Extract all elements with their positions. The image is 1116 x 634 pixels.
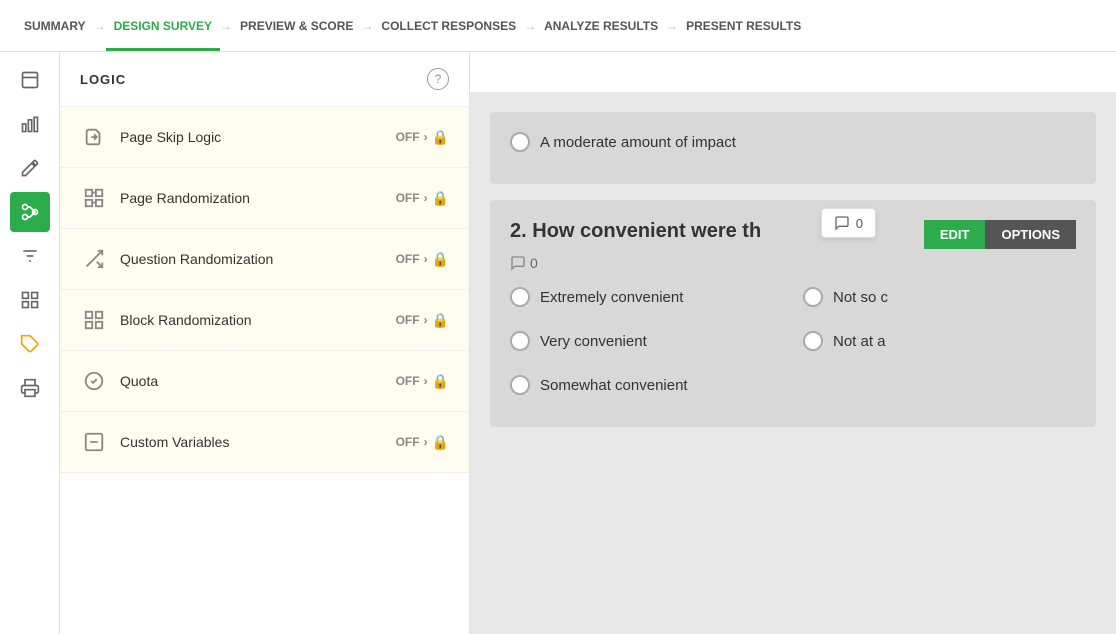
block-rand-icon	[80, 306, 108, 334]
question-2-actions: EDIT OPTIONS	[924, 220, 1076, 249]
comment-tooltip-popup[interactable]: 0	[821, 208, 876, 238]
quota-status: OFF › 🔒	[396, 373, 449, 390]
block-rand-lock-icon: 🔒	[432, 312, 449, 329]
block-rand-status: OFF › 🔒	[396, 312, 449, 329]
icon-bar	[0, 52, 60, 634]
custom-var-status: OFF › 🔒	[396, 434, 449, 451]
nav-analyze-label: ANALYZE RESULTS	[544, 19, 658, 33]
nav-collect-label: COLLECT RESPONSES	[381, 19, 516, 33]
question-rand-icon	[80, 245, 108, 273]
option-very: Very convenient	[510, 331, 783, 351]
chart-icon-btn[interactable]	[10, 104, 50, 144]
radio-not-so[interactable]	[803, 287, 823, 307]
comment-row-icon	[510, 255, 526, 271]
sidebar-header: LOGIC ?	[60, 52, 469, 107]
nav-arrow-2: →	[220, 19, 232, 33]
option-not-so-text: Not so c	[833, 289, 888, 306]
question-rand-status: OFF › 🔒	[396, 251, 449, 268]
edit-button[interactable]: EDIT	[924, 220, 986, 249]
nav-analyze[interactable]: ANALYZE RESULTS	[536, 0, 666, 51]
print-icon-btn[interactable]	[10, 368, 50, 408]
logic-item-page-rand[interactable]: Page Randomization OFF › 🔒	[60, 168, 469, 229]
custom-var-lock-icon: 🔒	[432, 434, 449, 451]
help-button[interactable]: ?	[427, 68, 449, 90]
quota-icon	[80, 367, 108, 395]
grid-icon-btn[interactable]	[10, 280, 50, 320]
radio-extremely[interactable]	[510, 287, 530, 307]
pen-icon-btn[interactable]	[10, 148, 50, 188]
radio-very[interactable]	[510, 331, 530, 351]
nav-arrow-4: →	[524, 19, 536, 33]
radio-not-at[interactable]	[803, 331, 823, 351]
question-rand-label: Question Randomization	[120, 251, 396, 267]
page-rand-status: OFF › 🔒	[396, 190, 449, 207]
page-rand-icon	[80, 184, 108, 212]
option-somewhat-text: Somewhat convenient	[540, 377, 688, 394]
radio-moderate[interactable]	[510, 132, 530, 152]
nav-design-label: DESIGN SURVEY	[114, 19, 212, 33]
page-skip-icon	[80, 123, 108, 151]
content-inner: A moderate amount of impact 2. How conve…	[470, 92, 1116, 447]
content-area: A moderate amount of impact 2. How conve…	[470, 52, 1116, 634]
logic-item-custom-var[interactable]: Custom Variables OFF › 🔒	[60, 412, 469, 473]
sidebar-logic: LOGIC ? Page Skip Logic OFF › 🔒	[60, 52, 470, 634]
nav-collect[interactable]: COLLECT RESPONSES	[373, 0, 524, 51]
option-not-so: Not so c	[803, 287, 1076, 307]
top-navigation: SUMMARY → DESIGN SURVEY → PREVIEW & SCOR…	[0, 0, 1116, 52]
main-layout: LOGIC ? Page Skip Logic OFF › 🔒	[0, 52, 1116, 634]
option-not-at: Not at a	[803, 331, 1076, 351]
page-rand-lock-icon: 🔒	[432, 190, 449, 207]
question-2-options-grid: Extremely convenient Not so c Very conve…	[510, 287, 1076, 407]
option-moderate-text: A moderate amount of impact	[540, 134, 736, 151]
question-2-title-row: 2. How convenient were th 0 EDIT OPTIONS	[510, 220, 1076, 249]
page-rand-label: Page Randomization	[120, 190, 396, 206]
quota-lock-icon: 🔒	[432, 373, 449, 390]
tooltip-count: 0	[856, 216, 863, 231]
logic-item-question-rand[interactable]: Question Randomization OFF › 🔒	[60, 229, 469, 290]
comment-tooltip-icon	[834, 215, 850, 231]
nav-design-survey[interactable]: DESIGN SURVEY	[106, 0, 220, 51]
logic-item-quota[interactable]: Quota OFF › 🔒	[60, 351, 469, 412]
option-somewhat: Somewhat convenient	[510, 375, 783, 395]
page-skip-lock-icon: 🔒	[432, 129, 449, 146]
page-skip-status: OFF › 🔒	[396, 129, 449, 146]
nav-preview[interactable]: PREVIEW & SCORE	[232, 0, 361, 51]
logic-item-block-rand[interactable]: Block Randomization OFF › 🔒	[60, 290, 469, 351]
logic-icon-btn[interactable]	[10, 192, 50, 232]
nav-arrow-1: →	[94, 19, 106, 33]
logic-item-page-skip[interactable]: Page Skip Logic OFF › 🔒	[60, 107, 469, 168]
nav-present-label: PRESENT RESULTS	[686, 19, 801, 33]
question-2-comment-row: 0	[510, 255, 1076, 271]
radio-somewhat[interactable]	[510, 375, 530, 395]
option-extremely-text: Extremely convenient	[540, 289, 683, 306]
nav-summary-label: SUMMARY	[24, 19, 86, 33]
custom-var-icon	[80, 428, 108, 456]
nav-arrow-5: →	[666, 19, 678, 33]
tag-icon-btn[interactable]	[10, 324, 50, 364]
option-extremely: Extremely convenient	[510, 287, 783, 307]
question-1-card: A moderate amount of impact	[490, 112, 1096, 184]
option-very-text: Very convenient	[540, 333, 647, 350]
custom-var-label: Custom Variables	[120, 434, 396, 450]
option-not-at-text: Not at a	[833, 333, 886, 350]
content-top-bar	[470, 52, 1116, 92]
block-rand-label: Block Randomization	[120, 312, 396, 328]
nav-present[interactable]: PRESENT RESULTS	[678, 0, 809, 51]
nav-summary[interactable]: SUMMARY	[16, 0, 94, 51]
filter-icon-btn[interactable]	[10, 236, 50, 276]
nav-preview-label: PREVIEW & SCORE	[240, 19, 353, 33]
quota-label: Quota	[120, 373, 396, 389]
options-button[interactable]: OPTIONS	[985, 220, 1076, 249]
sidebar-title: LOGIC	[80, 72, 126, 87]
comment-row-count: 0	[530, 255, 538, 271]
question-rand-lock-icon: 🔒	[432, 251, 449, 268]
page-skip-label: Page Skip Logic	[120, 129, 396, 145]
nav-arrow-3: →	[361, 19, 373, 33]
option-moderate: A moderate amount of impact	[510, 132, 1076, 152]
question-2-section: 2. How convenient were th 0 EDIT OPTIONS	[490, 200, 1096, 427]
inbox-icon-btn[interactable]	[10, 60, 50, 100]
